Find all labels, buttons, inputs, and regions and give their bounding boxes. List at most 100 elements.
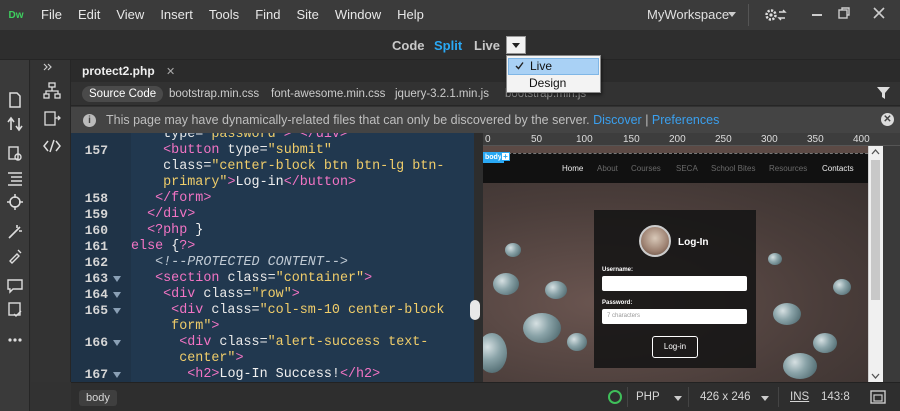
- expand-panel-icon[interactable]: [43, 63, 53, 71]
- menu-tools[interactable]: Tools: [201, 0, 247, 30]
- menu-insert[interactable]: Insert: [152, 0, 201, 30]
- document-tab[interactable]: protect2.php ✕: [78, 60, 184, 82]
- code-line: form">: [131, 319, 220, 334]
- window-size-selector[interactable]: 426 x 246: [700, 391, 751, 403]
- live-view-button[interactable]: Live: [474, 38, 500, 53]
- dropdown-item-design[interactable]: Design: [508, 75, 599, 92]
- related-file-font-awesome[interactable]: font-awesome.min.css: [271, 86, 385, 102]
- line-number: 157: [84, 143, 108, 158]
- live-view[interactable]: Home About Courses SECA School Bites Res…: [483, 146, 868, 382]
- scroll-up-icon[interactable]: [871, 148, 880, 156]
- code-line: class="center-block btn btn-lg btn-: [131, 159, 445, 174]
- menu-file[interactable]: File: [33, 0, 70, 30]
- info-message-text: This page may have dynamically-related f…: [106, 113, 590, 127]
- language-selector[interactable]: PHP: [636, 391, 660, 403]
- document-tab-bar: protect2.php ✕: [71, 60, 900, 82]
- code-editor[interactable]: type="password"> </div> <button type="su…: [131, 133, 474, 382]
- code-brackets-icon[interactable]: [43, 138, 61, 154]
- nav-school-bites[interactable]: School Bites: [711, 164, 755, 173]
- format-lines-icon[interactable]: [7, 170, 23, 186]
- line-number: 165: [84, 303, 108, 318]
- avatar: [639, 225, 671, 257]
- discover-link[interactable]: Discover: [593, 113, 642, 127]
- menu-view[interactable]: View: [108, 0, 152, 30]
- fold-arrow-icon[interactable]: [113, 276, 121, 282]
- code-line: primary">Log-in</button>: [131, 175, 357, 190]
- close-tab-icon[interactable]: ✕: [166, 66, 175, 78]
- nav-seca[interactable]: SECA: [676, 164, 698, 173]
- minimize-icon[interactable]: [810, 6, 824, 20]
- preview-icon[interactable]: [870, 389, 886, 405]
- ruler-label: 300: [761, 134, 778, 145]
- split-view-button[interactable]: Split: [434, 38, 462, 53]
- menu-find[interactable]: Find: [247, 0, 288, 30]
- horizontal-ruler: 0 50 100 150 200 250 300 350 400: [483, 133, 900, 146]
- splitter-handle[interactable]: [470, 300, 480, 320]
- info-separator: |: [645, 113, 649, 127]
- menu-help[interactable]: Help: [389, 0, 432, 30]
- scroll-down-icon[interactable]: [871, 372, 880, 380]
- water-drop: [493, 273, 519, 295]
- add-element-icon[interactable]: +: [501, 152, 510, 161]
- code-line: <div class="col-sm-10 center-block: [131, 303, 445, 318]
- nav-resources[interactable]: Resources: [769, 164, 807, 173]
- password-input[interactable]: 7 characters: [602, 309, 747, 324]
- chevron-down-icon[interactable]: [761, 396, 769, 401]
- dom-tree-icon[interactable]: [43, 82, 61, 100]
- target-icon[interactable]: [7, 194, 23, 210]
- chevron-down-icon[interactable]: [728, 12, 736, 17]
- menu-window[interactable]: Window: [327, 0, 389, 30]
- brush-icon[interactable]: [7, 248, 23, 264]
- info-message: This page may have dynamically-related f…: [106, 113, 719, 127]
- view-dropdown-button[interactable]: [506, 36, 526, 54]
- workspace-switcher[interactable]: MyWorkspace: [647, 0, 729, 30]
- menu-edit[interactable]: Edit: [70, 0, 108, 30]
- preferences-link[interactable]: Preferences: [652, 113, 719, 127]
- split-divider[interactable]: [474, 133, 483, 382]
- insert-mode[interactable]: INS: [790, 391, 809, 403]
- filter-icon[interactable]: [877, 87, 890, 100]
- gear-sync-icon[interactable]: [764, 7, 788, 23]
- dropdown-item-live[interactable]: Live: [508, 58, 599, 75]
- validation-ok-icon[interactable]: [608, 390, 622, 404]
- username-input[interactable]: [602, 276, 747, 291]
- related-file-jquery[interactable]: jquery-3.2.1.min.js: [395, 86, 489, 102]
- fold-arrow-icon[interactable]: [113, 292, 121, 298]
- file-icon[interactable]: [7, 92, 23, 108]
- code-navigator-icon[interactable]: [43, 110, 61, 128]
- comment-icon[interactable]: [7, 278, 23, 294]
- nav-courses[interactable]: Courses: [631, 164, 661, 173]
- ruler-label: 0: [485, 134, 491, 145]
- code-view-button[interactable]: Code: [392, 38, 425, 53]
- scrollbar-thumb[interactable]: [871, 160, 880, 300]
- wand-icon[interactable]: [7, 224, 23, 240]
- chevron-down-icon[interactable]: [674, 396, 682, 401]
- ruler-label: 100: [576, 134, 593, 145]
- more-icon[interactable]: [7, 332, 23, 348]
- menu-site[interactable]: Site: [288, 0, 326, 30]
- nav-about[interactable]: About: [597, 164, 618, 173]
- restore-icon[interactable]: [837, 6, 851, 20]
- nav-home[interactable]: Home: [562, 164, 583, 173]
- nav-contacts[interactable]: Contacts: [822, 164, 854, 173]
- ruler-label: 150: [623, 134, 640, 145]
- related-file-bootstrap-css[interactable]: bootstrap.min.css: [169, 86, 259, 102]
- fold-arrow-icon[interactable]: [113, 308, 121, 314]
- doc-check-icon[interactable]: [7, 302, 23, 318]
- sort-arrows-icon[interactable]: [7, 116, 23, 132]
- cursor-position: 143:8: [821, 391, 850, 403]
- tag-breadcrumb[interactable]: body: [79, 390, 117, 406]
- related-files-bar: Source Code bootstrap.min.css font-aweso…: [71, 82, 900, 106]
- login-button[interactable]: Log-in: [652, 336, 698, 358]
- fold-arrow-icon[interactable]: [113, 372, 121, 378]
- line-number: 164: [84, 287, 108, 302]
- water-drop: [483, 333, 507, 373]
- close-info-icon[interactable]: ✕: [881, 113, 894, 126]
- related-file-source-code[interactable]: Source Code: [82, 86, 164, 102]
- fold-arrow-icon[interactable]: [113, 340, 121, 346]
- info-bar: i This page may have dynamically-related…: [71, 107, 900, 133]
- document-search-icon[interactable]: [7, 146, 23, 162]
- water-drop: [768, 253, 782, 265]
- close-icon[interactable]: [872, 6, 886, 20]
- code-line: <div class="row">: [131, 287, 300, 302]
